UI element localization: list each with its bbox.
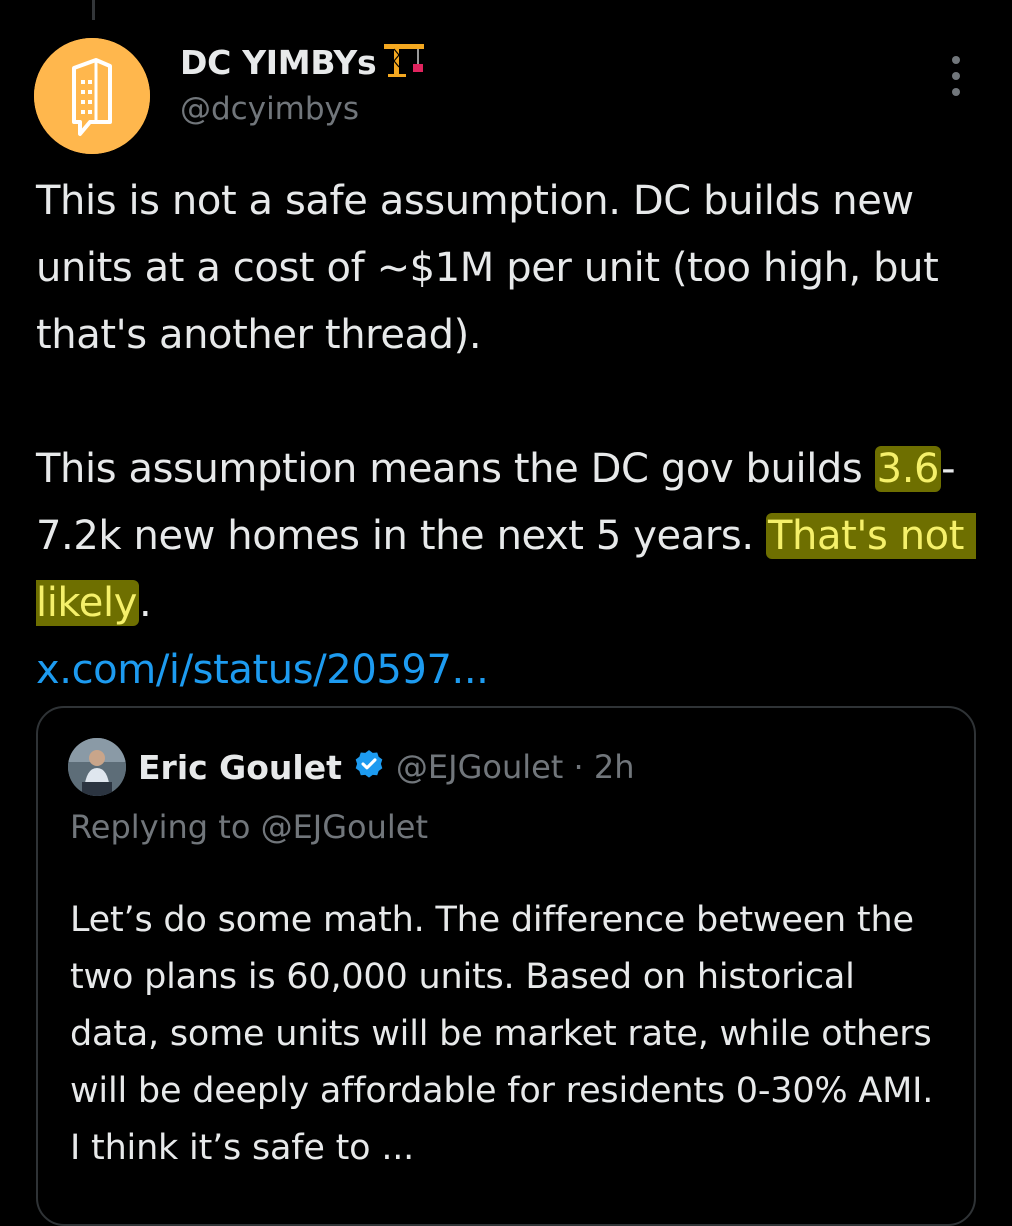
tweet-paragraph-1: This is not a safe assumption. DC builds… [36,178,951,358]
author-handle[interactable]: @dcyimbys [180,91,359,127]
quoted-author-avatar[interactable] [68,738,126,796]
author-name-text: DC YIMBYs [180,43,377,82]
building-chat-bubble-icon [34,38,150,154]
construction-crane-icon [382,40,426,86]
tweet-paragraph-2-end: . [138,580,152,626]
highlighted-number: 3.6 [874,446,942,492]
vertical-ellipsis-icon [952,72,960,80]
quoted-tweet-header: Eric Goulet @EJGoulet · 2h [68,738,635,796]
person-photo-icon [68,738,126,796]
quoted-tweet-body: Let’s do some math. The difference betwe… [70,900,945,1168]
quoted-tweet-card[interactable]: Eric Goulet @EJGoulet · 2h Replying to @… [36,706,976,1226]
tweet-paragraph-2-start: This assumption means the DC gov builds [36,446,875,492]
vertical-ellipsis-icon [952,56,960,64]
author-display-name[interactable]: DC YIMBYs [180,40,426,86]
replying-to-label: Replying to @EJGoulet [70,808,429,846]
tweet-body: This is not a safe assumption. DC builds… [36,168,986,704]
verified-badge-icon [352,748,386,786]
thread-connector-line [92,0,95,20]
vertical-ellipsis-icon [952,88,960,96]
more-options-button[interactable] [944,56,968,96]
status-link[interactable]: x.com/i/status/20597... [36,647,489,693]
quoted-handle-time: @EJGoulet · 2h [395,748,635,786]
author-avatar[interactable] [34,38,150,154]
quoted-author-name[interactable]: Eric Goulet [138,748,342,787]
